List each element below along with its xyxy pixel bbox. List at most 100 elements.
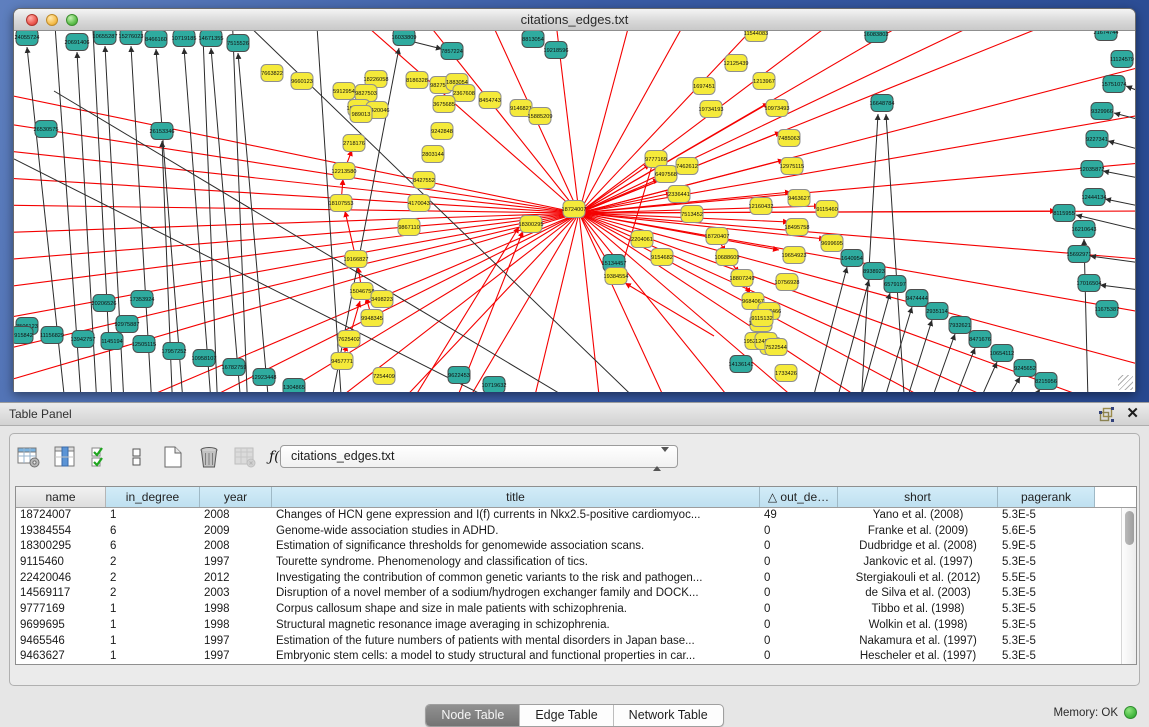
column-header-short[interactable]: short	[838, 487, 998, 507]
network-canvas[interactable]: 2405572420691406106552871527602384661601…	[14, 31, 1135, 392]
teal-node[interactable]: 9622453	[448, 367, 470, 384]
yellow-node[interactable]: 3498223	[371, 291, 393, 308]
yellow-node[interactable]: 3675685	[433, 96, 455, 113]
yellow-node[interactable]: 10973493	[765, 100, 790, 117]
column-header-out_de[interactable]: △ out_de…	[760, 487, 838, 507]
yellow-node[interactable]: 9699695	[821, 235, 843, 252]
float-panel-icon[interactable]	[1099, 407, 1114, 422]
teal-node[interactable]: 1145194	[101, 333, 123, 350]
yellow-node[interactable]: 2367608	[453, 85, 475, 102]
tab-node-table[interactable]: Node Table	[426, 705, 519, 726]
table-row[interactable]: 1938455462009Genome-wide association stu…	[16, 524, 1136, 540]
yellow-node[interactable]: 10688609	[715, 249, 740, 266]
yellow-node[interactable]: 1213967	[753, 73, 775, 90]
teal-node[interactable]: 15276023	[119, 31, 144, 45]
yellow-node[interactable]: 15885209	[528, 108, 553, 125]
column-header-pagerank[interactable]: pagerank	[998, 487, 1095, 507]
teal-node[interactable]: 16782759	[222, 359, 247, 376]
yellow-node[interactable]: 2204061	[631, 231, 653, 248]
yellow-node[interactable]: 10756928	[775, 274, 800, 291]
yellow-node[interactable]: 8454743	[479, 92, 501, 109]
table-row[interactable]: 1456911722003Disruption of a novel membe…	[16, 586, 1136, 602]
table-row[interactable]: 1872400712008Changes of HCN gene express…	[16, 508, 1136, 524]
teal-node[interactable]: 1640954	[841, 250, 863, 267]
teal-node[interactable]: 8215956	[1035, 373, 1057, 390]
yellow-node[interactable]: 7462612	[676, 158, 698, 175]
teal-node[interactable]: 8466160	[145, 31, 167, 48]
yellow-node[interactable]: 2803144	[422, 146, 444, 163]
yellow-node[interactable]: 11544083	[744, 31, 768, 42]
yellow-node[interactable]: 9154682	[651, 249, 673, 266]
delete-trash-icon[interactable]	[196, 444, 222, 470]
column-header-year[interactable]: year	[200, 487, 272, 507]
new-document-icon[interactable]	[160, 444, 186, 470]
yellow-node[interactable]: 12125439	[724, 55, 749, 72]
yellow-node[interactable]: 7663822	[261, 65, 283, 82]
table-row[interactable]: 946554611997Estimation of the future num…	[16, 634, 1136, 650]
teal-node[interactable]: 16210643	[1072, 221, 1097, 238]
teal-node[interactable]: 14671355	[199, 31, 224, 47]
yellow-node[interactable]: 19734193	[699, 101, 724, 118]
network-window-titlebar[interactable]: citations_edges.txt	[14, 9, 1135, 31]
table-scrollbar[interactable]	[1121, 508, 1136, 664]
table-row[interactable]: 946362711997Embryonic stem cells: a mode…	[16, 649, 1136, 665]
teal-node[interactable]: 9227341	[1086, 131, 1108, 148]
teal-node[interactable]: 20206526	[92, 295, 117, 312]
teal-node[interactable]: 1304865	[283, 379, 305, 393]
teal-node[interactable]: 11124579	[1110, 51, 1134, 68]
yellow-node[interactable]: 9948345	[361, 310, 383, 327]
yellow-node[interactable]: 18107553	[329, 195, 354, 212]
yellow-node[interactable]: 7625402	[338, 331, 360, 348]
yellow-node[interactable]: 12213580	[332, 163, 357, 180]
column-header-in_degree[interactable]: in_degree	[106, 487, 200, 507]
table-row[interactable]: 1830029562008Estimation of significance …	[16, 539, 1136, 555]
teal-node[interactable]: 16033809	[392, 31, 417, 46]
teal-node[interactable]: 9329966	[1091, 103, 1113, 120]
teal-node[interactable]: 8115955	[1053, 205, 1075, 222]
select-all-checks-icon[interactable]	[88, 444, 114, 470]
teal-node[interactable]: 7932621	[949, 317, 971, 334]
citation-network-graph[interactable]: 2405572420691406106552871527602384661601…	[14, 31, 1135, 392]
table-row[interactable]: 977716911998Corpus callosum shape and si…	[16, 602, 1136, 618]
yellow-node[interactable]: 2336441	[668, 186, 690, 203]
yellow-node[interactable]: 989013	[350, 106, 372, 123]
teal-node[interactable]: 26530575	[34, 121, 59, 138]
teal-node[interactable]: 16648784	[870, 95, 895, 112]
yellow-node[interactable]: 9463627	[788, 190, 810, 207]
yellow-node[interactable]: 9115460	[816, 201, 838, 218]
yellow-node[interactable]: 18495758	[785, 219, 810, 236]
column-header-title[interactable]: title	[272, 487, 760, 507]
teal-node[interactable]: 3915842	[14, 327, 33, 344]
teal-node[interactable]: 7857224	[441, 43, 463, 60]
yellow-node[interactable]: 12160432	[749, 198, 774, 215]
tab-edge-table[interactable]: Edge Table	[519, 705, 612, 726]
column-chooser-icon[interactable]	[52, 444, 78, 470]
column-header-name[interactable]: name	[16, 487, 106, 507]
teal-node[interactable]: 26153346	[150, 123, 175, 140]
teal-node[interactable]: 20691406	[65, 34, 90, 51]
table-settings-icon[interactable]	[16, 444, 42, 470]
yellow-node[interactable]: 9457771	[331, 353, 353, 370]
teal-node[interactable]: 9245652	[1014, 360, 1036, 377]
tab-network-table[interactable]: Network Table	[613, 705, 723, 726]
yellow-node[interactable]: 18300295	[519, 216, 544, 233]
yellow-node[interactable]: 2718176	[343, 135, 365, 152]
teal-node[interactable]: 10958107	[192, 350, 217, 367]
yellow-node[interactable]: 19384554	[604, 268, 629, 285]
teal-node[interactable]: 92975887	[115, 316, 140, 333]
teal-node[interactable]: 12444134	[1082, 189, 1107, 206]
yellow-node[interactable]: 18724007	[562, 201, 587, 218]
teal-node[interactable]: 11156829	[40, 327, 64, 344]
yellow-node[interactable]: 7485063	[778, 130, 800, 147]
yellow-node[interactable]: 7254409	[373, 368, 395, 385]
teal-node[interactable]: 12923448	[252, 369, 277, 386]
yellow-node[interactable]: 8186328	[406, 72, 428, 89]
yellow-node[interactable]: 5912954	[333, 83, 355, 100]
yellow-node[interactable]: 12975115	[780, 158, 804, 175]
table-row[interactable]: 911546021997Tourette syndrome. Phenomeno…	[16, 555, 1136, 571]
table-source-select[interactable]: citations_edges.txt	[280, 445, 678, 468]
teal-node[interactable]: 13942757	[71, 331, 96, 348]
teal-node[interactable]: 11675387	[1095, 301, 1119, 318]
yellow-node[interactable]: 9777169	[645, 151, 667, 168]
window-resize-grip[interactable]	[1118, 375, 1133, 390]
